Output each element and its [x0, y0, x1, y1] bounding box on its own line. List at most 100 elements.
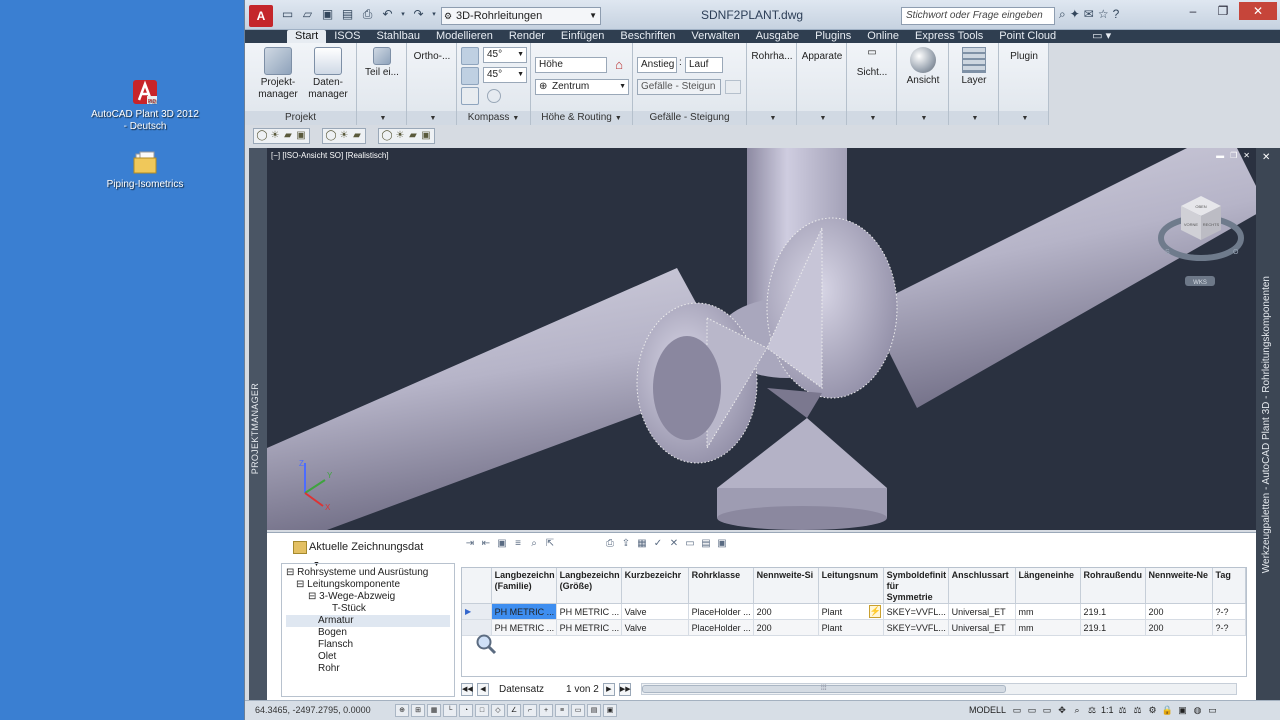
communication-icon[interactable]: ✉ — [1084, 7, 1094, 22]
table-cell[interactable]: ?-? — [1212, 620, 1246, 636]
transparency-icon[interactable]: ▭ — [571, 704, 585, 717]
table-cell[interactable]: PH METRIC ... — [491, 620, 557, 636]
layer-folder-icon[interactable]: ▰ — [282, 129, 294, 143]
clean-screen-icon[interactable]: ▭ — [1207, 704, 1219, 717]
annotation-visibility-icon[interactable]: ⚖ — [1117, 704, 1129, 717]
pipe-snap-icon[interactable] — [461, 87, 479, 105]
tab-point-cloud[interactable]: Point Cloud — [991, 30, 1064, 43]
column-header[interactable]: Langbezeichn (Größe) — [556, 568, 622, 604]
grid-display-icon[interactable]: ▦ — [427, 704, 441, 717]
column-header[interactable]: Längeneinhe — [1015, 568, 1081, 604]
table-cell[interactable]: SKEY=VVFL... — [883, 620, 949, 636]
table-cell[interactable]: Valve — [621, 620, 689, 636]
hardware-acceleration-icon[interactable]: ▣ — [1177, 704, 1189, 717]
drawing-viewport[interactable]: [−] [ISO-Ansicht SO] [Realistisch] ▬ ❐ ✕ — [267, 148, 1256, 530]
table-cell[interactable]: 200 — [753, 604, 819, 620]
layer-button[interactable]: Layer — [951, 47, 997, 87]
favorites-icon[interactable]: ☆ — [1098, 7, 1109, 22]
column-header[interactable]: Leitungsnum — [818, 568, 884, 604]
tab-beschriften[interactable]: Beschriften — [612, 30, 683, 43]
dynamic-input-icon[interactable]: + — [539, 704, 553, 717]
table-cell[interactable]: Valve — [621, 604, 689, 620]
export-data-icon[interactable]: ⇪ — [619, 537, 633, 551]
layer-freeze-icon[interactable]: ☀ — [394, 129, 406, 143]
scrollbar-thumb[interactable]: ⁞⁞⁞ — [641, 685, 1006, 693]
tree-item-rohr[interactable]: Rohr — [286, 663, 450, 675]
lock-icon[interactable]: 🔒 — [1162, 704, 1174, 717]
column-header[interactable]: Nennweite-Si — [753, 568, 819, 604]
table-cell[interactable]: 200 — [1145, 604, 1213, 620]
table-row[interactable]: ▶ PH METRIC ... PH METRIC ... Valve Plac… — [462, 604, 1246, 620]
table-cell[interactable]: Plant ⚡ — [818, 604, 884, 620]
layer-copy-icon[interactable]: ▣ — [295, 129, 307, 143]
column-header[interactable]: Nennweite-Ne — [1145, 568, 1213, 604]
table-cell[interactable]: PH METRIC ... — [491, 604, 557, 620]
auto-scale-icon[interactable]: ⚖ — [1132, 704, 1144, 717]
table-cell[interactable]: mm — [1015, 620, 1081, 636]
layout-icon[interactable]: ▭ — [1026, 704, 1038, 717]
zoom-icon[interactable]: ⌕ — [1071, 704, 1083, 717]
new-icon[interactable]: ▭ — [279, 6, 296, 23]
ansicht-button[interactable]: Ansicht — [900, 47, 946, 87]
slope-icon[interactable] — [725, 80, 741, 94]
panel-title-plugin[interactable]: ▼ — [999, 111, 1048, 125]
tab-online[interactable]: Online — [859, 30, 907, 43]
daten-manager-button[interactable]: Daten- manager — [305, 47, 351, 101]
tab-plugins[interactable]: Plugins — [807, 30, 859, 43]
table-cell[interactable]: PlaceHolder ... — [688, 620, 754, 636]
save-as-icon[interactable]: ▤ — [339, 6, 356, 23]
paste-icon[interactable]: ▤ — [699, 537, 713, 551]
tree-item-bogen[interactable]: Bogen — [286, 627, 450, 639]
ribbon-minimize-icon[interactable]: ▭ ▾ — [1084, 30, 1119, 43]
annotation-scale[interactable]: 1:1 — [1101, 704, 1114, 717]
ortho-button[interactable]: Ortho-... — [409, 51, 455, 63]
close-icon[interactable]: ✕ — [1262, 152, 1270, 163]
tab-ausgabe[interactable]: Ausgabe — [748, 30, 807, 43]
gefaelle-input[interactable]: Gefälle - Steigun — [637, 79, 721, 95]
close-icon[interactable]: ✕ — [1243, 151, 1250, 160]
save-icon[interactable]: ▣ — [319, 6, 336, 23]
layer-folder-icon[interactable]: ▰ — [407, 129, 419, 143]
hoehe-input[interactable]: Höhe — [535, 57, 607, 73]
polar-tracking-icon[interactable]: ◔ — [459, 704, 473, 717]
tab-isos[interactable]: ISOS — [326, 30, 368, 43]
settings-icon[interactable]: ▣ — [715, 537, 729, 551]
column-header[interactable]: Symboldefinit für Symmetrie — [883, 568, 949, 604]
undo-dropdown-icon[interactable]: ▾ — [399, 6, 407, 23]
project-manager-palette-strip[interactable]: PROJEKTMANAGER — [249, 148, 267, 700]
row-selector-header[interactable] — [462, 568, 492, 604]
application-menu-button[interactable]: A — [249, 5, 273, 27]
object-snap-icon[interactable]: □ — [475, 704, 489, 717]
anstieg-input[interactable]: Anstieg — [637, 57, 677, 73]
layer-copy-icon[interactable]: ▣ — [420, 129, 432, 143]
layout-icon[interactable]: ▭ — [1041, 704, 1053, 717]
infer-constraints-icon[interactable]: ⊕ — [395, 704, 409, 717]
data-source-select[interactable]: Aktuelle Zeichnungsdat ▼ — [291, 539, 429, 568]
layer-on-icon[interactable]: ◯ — [325, 129, 337, 143]
minimize-icon[interactable]: ▬ — [1216, 151, 1224, 160]
layer-folder-icon[interactable]: ▰ — [351, 129, 363, 143]
sort-icon[interactable]: ≡ — [511, 537, 525, 551]
select-icon[interactable]: ⇱ — [543, 537, 557, 551]
desktop-icon-piping-isometrics[interactable]: Piping-Isometrics — [90, 148, 200, 191]
tree-item-3-wege-abzweig[interactable]: ⊟ 3-Wege-Abzweig — [286, 591, 450, 603]
angle-snap-icon[interactable] — [461, 67, 479, 85]
binoculars-icon[interactable]: ⌕ — [1059, 7, 1066, 22]
prev-record-icon[interactable]: ◀ — [477, 682, 489, 696]
panel-title-sicht[interactable]: ▼ — [847, 111, 896, 125]
dynamic-ucs-icon[interactable]: ⌐ — [523, 704, 537, 717]
zoom-to-icon[interactable]: ⌕ — [527, 537, 541, 551]
help-icon[interactable]: ? — [1113, 7, 1120, 22]
report-icon[interactable]: ⎙ — [603, 537, 617, 551]
lineweight-icon[interactable]: ≡ — [555, 704, 569, 717]
projekt-manager-button[interactable]: Projekt- manager — [255, 47, 301, 101]
last-record-icon[interactable]: ▶▶ — [618, 682, 631, 696]
object-snap-tracking-icon[interactable]: ∠ — [507, 704, 521, 717]
angle-select-2[interactable]: 45° ▼ — [483, 67, 527, 83]
quick-properties-icon[interactable]: ▤ — [587, 704, 601, 717]
panel-title-ansicht[interactable]: ▼ — [897, 111, 948, 125]
selection-cycling-icon[interactable]: ▣ — [603, 704, 617, 717]
tree-item-olet[interactable]: Olet — [286, 651, 450, 663]
snap-mode-icon[interactable]: ⊞ — [411, 704, 425, 717]
panel-title-teil[interactable]: ▼ — [357, 111, 406, 125]
